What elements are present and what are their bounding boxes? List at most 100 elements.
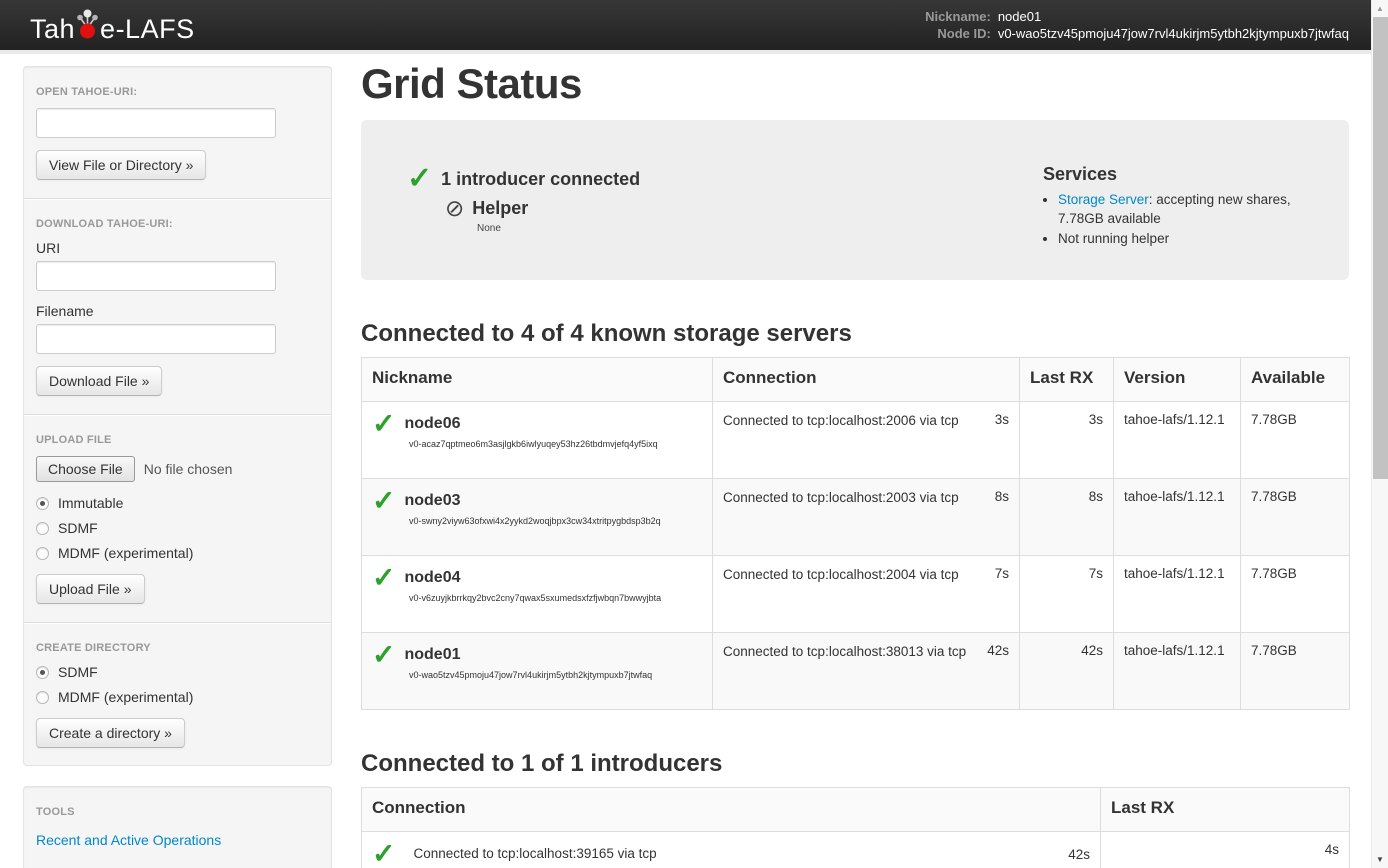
upload-format-option-sdmf[interactable]: SDMF: [36, 520, 319, 536]
server-last-rx: 3s: [1020, 402, 1114, 479]
server-nickname: node06: [404, 415, 460, 433]
download-uri-input[interactable]: [36, 261, 276, 291]
scrollbar-down-arrow-icon[interactable]: ▼: [1372, 851, 1388, 868]
servers-header-row: Nickname Connection Last RX Version Avai…: [362, 358, 1350, 402]
introducers-heading: Connected to 1 of 1 introducers: [361, 750, 1349, 778]
upload-format-option-mdmf[interactable]: MDMF (experimental): [36, 545, 319, 561]
service-helper-item: Not running helper: [1058, 229, 1319, 248]
create-directory-label: CREATE DIRECTORY: [36, 642, 319, 654]
storage-servers-heading: Connected to 4 of 4 known storage server…: [361, 320, 1349, 348]
radio-mkdir-sdmf[interactable]: [36, 666, 49, 679]
page-title: Grid Status: [361, 60, 1349, 108]
server-version: tahoe-lafs/1.12.1: [1114, 556, 1241, 633]
choose-file-button[interactable]: Choose File: [36, 456, 135, 482]
server-nickname: node04: [404, 569, 460, 587]
connection-age: 7s: [995, 566, 1009, 581]
server-available: 7.78GB: [1241, 402, 1350, 479]
sidebar-divider: [24, 622, 331, 624]
services-summary: Services Storage Server: accepting new s…: [1043, 164, 1319, 234]
connection-summary: ✓ 1 introducer connected ⊘ Helper None: [407, 164, 640, 234]
file-chosen-status: No file chosen: [144, 461, 233, 477]
open-uri-section: OPEN TAHOE-URI: View File or Directory »: [36, 86, 319, 180]
connected-check-icon: ✓: [372, 643, 395, 667]
connection-age: 42s: [987, 643, 1009, 658]
download-section: DOWNLOAD TAHOE-URI: URI Filename Downloa…: [36, 218, 319, 396]
upload-file-button[interactable]: Upload File »: [36, 574, 145, 604]
service-storage-item: Storage Server: accepting new shares, 7.…: [1058, 190, 1319, 228]
server-last-rx: 8s: [1020, 479, 1114, 556]
view-file-button[interactable]: View File or Directory »: [36, 150, 206, 180]
server-version: tahoe-lafs/1.12.1: [1114, 479, 1241, 556]
server-row-node01: ✓ node01 v0-wao5tzv45pmoju47jow7rvl4ukir…: [362, 633, 1350, 710]
col-last-rx: Last RX: [1020, 358, 1114, 402]
server-connection: Connected to tcp:localhost:38013 via tcp: [723, 643, 966, 661]
scrollbar-thumb[interactable]: [1373, 17, 1388, 479]
tahoe-lafs-logo[interactable]: Tah e-LAFS: [30, 8, 195, 43]
introducer-status-text: 1 introducer connected: [441, 169, 640, 190]
helper-title: Helper: [472, 198, 528, 219]
radio-upload-mdmf[interactable]: [36, 547, 49, 560]
scrollbar-up-arrow-icon[interactable]: ▲: [1372, 0, 1388, 17]
server-version: tahoe-lafs/1.12.1: [1114, 402, 1241, 479]
filename-input[interactable]: [36, 324, 276, 354]
helper-value: None: [477, 223, 640, 234]
recent-operations-link[interactable]: Recent and Active Operations: [36, 832, 221, 848]
connected-check-icon: ✓: [372, 489, 395, 513]
server-node-id: v0-wao5tzv45pmoju47jow7rvl4ukirjm5ytbh2k…: [372, 669, 702, 682]
tools-panel: TOOLS Recent and Active Operations: [23, 786, 332, 868]
introducers-table: Connection Last RX ✓ Connected to tcp:lo…: [361, 787, 1350, 868]
sidebar: OPEN TAHOE-URI: View File or Directory »…: [23, 66, 332, 868]
server-node-id: v0-v6zuyjkbrrkqy2bvc2cny7qwax5sxumedsxfz…: [372, 592, 702, 605]
server-node-id: v0-acaz7qptmeo6m3asjlgkb6iwlyuqey53hz26t…: [372, 438, 702, 451]
sidebar-divider: [24, 414, 331, 416]
introducer-last-rx: 4s: [1101, 832, 1350, 868]
server-available: 7.78GB: [1241, 479, 1350, 556]
upload-section: UPLOAD FILE Choose File No file chosen I…: [36, 434, 319, 604]
introducer-connected-check-icon: ✓: [407, 164, 432, 194]
server-nickname: node03: [404, 492, 460, 510]
connection-age: 3s: [995, 412, 1009, 427]
download-uri-label: DOWNLOAD TAHOE-URI:: [36, 218, 319, 230]
server-version: tahoe-lafs/1.12.1: [1114, 633, 1241, 710]
server-connection: Connected to tcp:localhost:2003 via tcp: [723, 489, 959, 507]
nickname-value: node01: [998, 8, 1349, 25]
radio-upload-sdmf[interactable]: [36, 522, 49, 535]
node-id-value: v0-wao5tzv45pmoju47jow7rvl4ukirjm5ytbh2k…: [998, 25, 1349, 42]
node-id-label: Node ID:: [925, 25, 991, 42]
server-available: 7.78GB: [1241, 556, 1350, 633]
upload-format-option-immutable[interactable]: Immutable: [36, 495, 319, 511]
upload-file-label: UPLOAD FILE: [36, 434, 319, 446]
open-uri-label: OPEN TAHOE-URI:: [36, 86, 319, 98]
radio-mkdir-mdmf[interactable]: [36, 691, 49, 704]
main-content: Grid Status ✓ 1 introducer connected ⊘ H…: [361, 54, 1349, 868]
tools-label: TOOLS: [36, 806, 319, 818]
page-scrollbar[interactable]: ▲ ▼: [1371, 0, 1388, 868]
connected-check-icon: ✓: [372, 566, 395, 590]
server-connection: Connected to tcp:localhost:2006 via tcp: [723, 412, 959, 430]
create-directory-button[interactable]: Create a directory »: [36, 718, 185, 748]
col-introducer-last-rx: Last RX: [1101, 788, 1350, 832]
server-last-rx: 42s: [1020, 633, 1114, 710]
connected-check-icon: ✓: [372, 842, 395, 866]
radio-immutable[interactable]: [36, 497, 49, 510]
download-file-button[interactable]: Download File »: [36, 366, 162, 396]
sidebar-divider: [24, 198, 331, 200]
node-meta: Nickname: node01 Node ID: v0-wao5tzv45pm…: [925, 8, 1349, 42]
brand-text-post: e-LAFS: [100, 16, 195, 43]
tahoe-node-icon: [75, 8, 100, 43]
server-nickname: node01: [404, 646, 460, 664]
server-row-node04: ✓ node04 v0-v6zuyjkbrrkqy2bvc2cny7qwax5s…: [362, 556, 1350, 633]
storage-server-link[interactable]: Storage Server: [1058, 192, 1149, 207]
col-nickname: Nickname: [362, 358, 713, 402]
col-available: Available: [1241, 358, 1350, 402]
services-title: Services: [1043, 164, 1319, 185]
create-directory-section: CREATE DIRECTORY SDMF MDMF (experimental…: [36, 642, 319, 748]
introducer-connection: Connected to tcp:localhost:39165 via tcp: [413, 845, 1060, 863]
mkdir-format-option-mdmf[interactable]: MDMF (experimental): [36, 689, 319, 705]
server-connection: Connected to tcp:localhost:2004 via tcp: [723, 566, 959, 584]
sidebar-forms-panel: OPEN TAHOE-URI: View File or Directory »…: [23, 66, 332, 766]
storage-servers-table: Nickname Connection Last RX Version Avai…: [361, 357, 1350, 710]
mkdir-format-option-sdmf[interactable]: SDMF: [36, 664, 319, 680]
open-uri-input[interactable]: [36, 108, 276, 138]
server-row-node03: ✓ node03 v0-swny2viyw63ofxwi4x2yykd2woqj…: [362, 479, 1350, 556]
